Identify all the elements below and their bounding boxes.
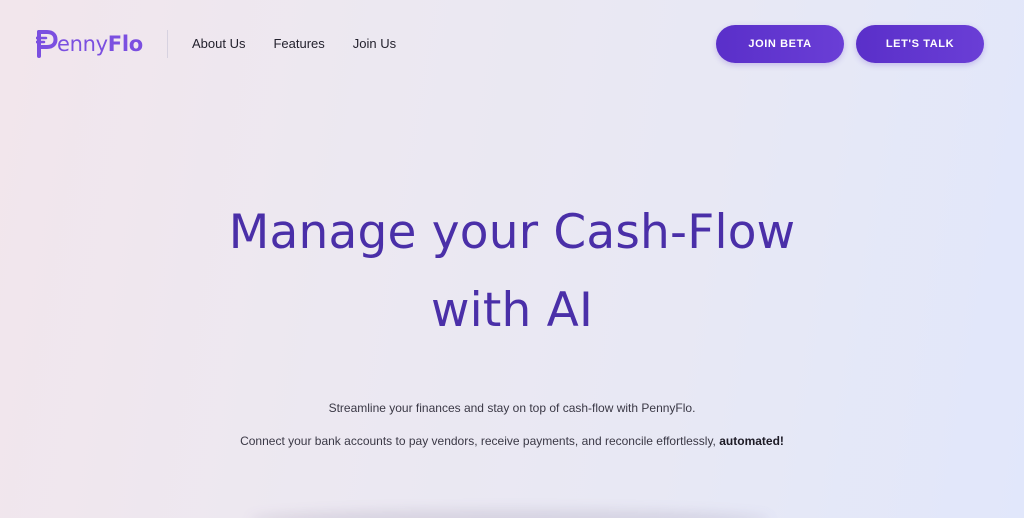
join-beta-button[interactable]: JOIN BETA	[716, 25, 844, 63]
main-nav: About Us Features Join Us	[192, 34, 424, 54]
hero-title-line-2: with AI	[430, 283, 594, 338]
logo-wordmark-bold: Flo	[107, 31, 143, 56]
pennyflo-logo[interactable]: ennyFlo	[36, 28, 143, 60]
nav-link-join-us[interactable]: Join Us	[353, 34, 396, 54]
lets-talk-button[interactable]: LET'S TALK	[856, 25, 984, 63]
nav-link-about-us[interactable]: About Us	[192, 34, 245, 54]
logo-wordmark: ennyFlo	[57, 31, 143, 56]
header-divider	[167, 30, 168, 58]
pennyflo-p-logo-icon	[36, 30, 58, 58]
hero-subtitle-emphasis: automated!	[719, 434, 784, 448]
hero-subtitle-1: Streamline your finances and stay on top…	[328, 401, 696, 415]
hero-subtitle-2: Connect your bank accounts to pay vendor…	[0, 432, 1024, 450]
logo-wordmark-light: enny	[57, 31, 108, 56]
nav-link-features[interactable]: Features	[273, 34, 324, 54]
hero-subtitle-2-text: Connect your bank accounts to pay vendor…	[240, 434, 720, 448]
hero-title-line-1: Manage your Cash-Flow	[228, 205, 796, 260]
preview-card-shadow	[250, 510, 770, 518]
hero-title: Manage your Cash-Flow with AI	[0, 194, 1024, 350]
site-header: ennyFlo About Us Features Join Us JOIN B…	[0, 0, 1024, 88]
